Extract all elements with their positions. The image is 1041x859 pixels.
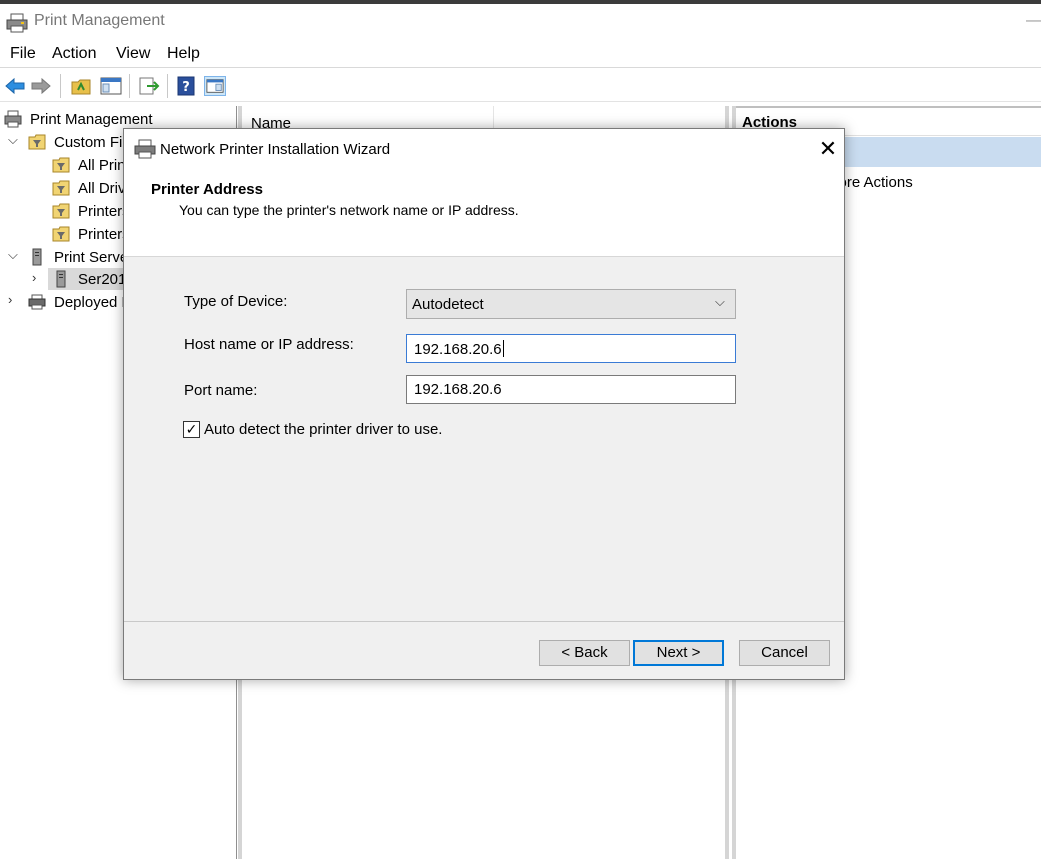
- show-hide-action-pane-icon[interactable]: [204, 76, 226, 96]
- dialog-title: Network Printer Installation Wizard: [160, 141, 391, 158]
- port-name-label: Port name:: [184, 382, 258, 399]
- dialog-titlebar: Network Printer Installation Wizard ✕: [124, 129, 844, 169]
- chevron-down-icon: ⌵: [715, 294, 725, 309]
- filter-folder-icon: [52, 226, 70, 242]
- toolbar-separator: [129, 74, 130, 98]
- printer-icon: [134, 139, 156, 159]
- svg-text:?: ?: [182, 80, 190, 95]
- auto-detect-driver-label[interactable]: Auto detect the printer driver to use.: [204, 421, 442, 438]
- back-button[interactable]: < Back: [539, 640, 630, 666]
- server-icon: [56, 270, 66, 288]
- port-name-value: 192.168.20.6: [414, 381, 502, 398]
- filter-folder-icon: [28, 134, 46, 150]
- filter-folder-icon: [52, 203, 70, 219]
- auto-detect-driver-checkbox[interactable]: ✓: [183, 421, 200, 438]
- menu-help[interactable]: Help: [167, 45, 200, 63]
- wizard-header: Printer Address You can type the printer…: [124, 169, 844, 257]
- chevron-right-icon[interactable]: ›: [8, 292, 12, 307]
- chevron-down-icon[interactable]: ⌵: [8, 247, 18, 263]
- app-title: Print Management: [34, 12, 165, 29]
- server-icon: [32, 248, 42, 266]
- show-hide-console-tree-icon[interactable]: [100, 76, 122, 96]
- deployed-printers-icon: [28, 294, 46, 310]
- forward-arrow-icon[interactable]: [30, 76, 52, 96]
- wizard-heading: Printer Address: [151, 181, 263, 198]
- wizard-subheading: You can type the printer's network name …: [179, 202, 519, 218]
- cancel-button[interactable]: Cancel: [739, 640, 830, 666]
- menu-file[interactable]: File: [10, 45, 36, 63]
- up-folder-icon[interactable]: [70, 76, 92, 96]
- type-of-device-value: Autodetect: [412, 296, 484, 313]
- close-icon[interactable]: ✕: [816, 135, 840, 163]
- chevron-right-icon[interactable]: ›: [32, 270, 36, 285]
- filter-folder-icon: [52, 180, 70, 196]
- minimize-button[interactable]: —: [1026, 12, 1041, 30]
- toolbar-separator: [60, 74, 61, 98]
- tree-label: Print Management: [30, 111, 153, 128]
- host-name-input[interactable]: 192.168.20.6: [406, 334, 736, 363]
- network-printer-wizard-dialog: Network Printer Installation Wizard ✕ Pr…: [123, 128, 845, 680]
- chevron-down-icon[interactable]: ⌵: [8, 132, 18, 148]
- type-of-device-dropdown[interactable]: Autodetect ⌵: [406, 289, 736, 319]
- app-titlebar: Print Management —: [0, 4, 1041, 40]
- menu-bar: File Action View Help: [0, 40, 1041, 68]
- menu-view[interactable]: View: [116, 45, 150, 63]
- printer-management-icon: [6, 13, 28, 33]
- menu-action[interactable]: Action: [52, 45, 96, 63]
- text-caret: [502, 340, 504, 357]
- help-icon[interactable]: ?: [176, 76, 198, 96]
- export-list-icon[interactable]: [138, 76, 160, 96]
- filter-folder-icon: [52, 157, 70, 173]
- host-name-value: 192.168.20.6: [414, 341, 502, 358]
- back-arrow-icon[interactable]: [4, 76, 26, 96]
- next-button[interactable]: Next >: [633, 640, 724, 666]
- port-name-input[interactable]: 192.168.20.6: [406, 375, 736, 404]
- host-name-label: Host name or IP address:: [184, 336, 354, 353]
- toolbar-separator: [167, 74, 168, 98]
- toolbar: ?: [0, 70, 1041, 102]
- type-of-device-label: Type of Device:: [184, 293, 288, 310]
- printer-management-icon: [4, 110, 22, 128]
- dialog-footer-divider: [124, 621, 844, 622]
- tree-item-print-management[interactable]: Print Management: [0, 108, 237, 130]
